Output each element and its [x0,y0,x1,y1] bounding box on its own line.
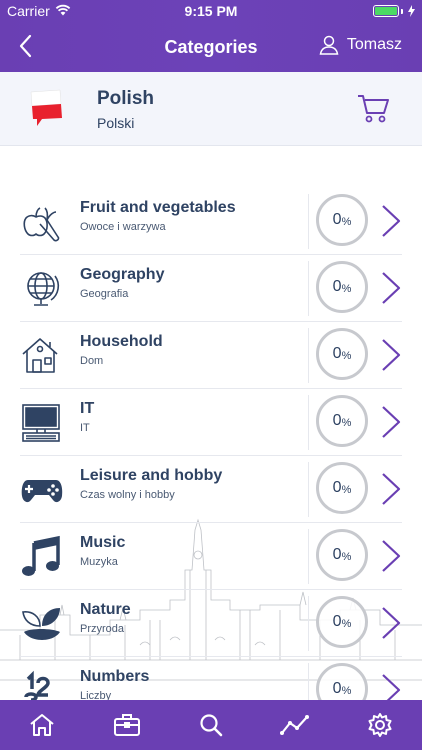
progress-value: 0 [332,412,342,429]
category-title: Geography [80,266,165,283]
progress-value: 0 [332,613,342,630]
progress-value: 0 [332,211,342,228]
user-button[interactable]: Tomasz [319,35,402,55]
progress-value: 0 [332,680,342,697]
shopping-cart-icon [358,95,389,123]
bottom-tab-bar [0,700,422,750]
progress-circle: 0% [316,194,368,246]
user-icon [319,35,339,55]
category-subtitle: Muzyka [80,556,118,568]
music-note-icon [20,535,64,579]
divider [308,328,309,383]
divider [308,395,309,450]
language-native-name: Polski [97,115,135,131]
chevron-right-icon[interactable] [380,271,402,305]
divider [308,462,309,517]
chevron-right-icon[interactable] [380,472,402,506]
chevron-right-icon[interactable] [380,204,402,238]
progress-circle: 0% [316,462,368,514]
progress-circle: 0% [316,529,368,581]
category-row-household[interactable]: Household Dom 0% [20,322,402,389]
search-icon [200,714,223,737]
category-title: Fruit and vegetables [80,199,236,216]
progress-value: 0 [332,278,342,295]
category-row-fruit-and-vegetables[interactable]: Fruit and vegetables Owoce i warzywa 0% [20,188,402,255]
progress-unit: % [341,483,352,496]
progress-circle: 0% [316,328,368,380]
category-subtitle: IT [80,422,90,434]
chevron-right-icon[interactable] [380,539,402,573]
gear-icon [368,713,392,737]
user-name: Tomasz [346,36,402,53]
category-subtitle: Dom [80,355,104,367]
progress-value: 0 [332,546,342,563]
poland-flag-icon [28,88,64,133]
category-row-it[interactable]: IT IT 0% [20,389,402,456]
category-row-geography[interactable]: Geography Geografia 0% [20,255,402,322]
category-title: Music [80,534,126,551]
language-card[interactable]: Polish Polski [0,72,422,146]
category-subtitle: Przyroda [80,623,125,635]
category-title: Household [80,333,163,350]
chevron-right-icon[interactable] [380,405,402,439]
status-time: 9:15 PM [184,3,238,19]
progress-unit: % [341,617,352,630]
briefcase-icon [113,714,140,736]
tab-briefcase[interactable] [107,705,147,745]
progress-circle: 0% [316,261,368,313]
stats-icon [280,715,310,735]
tab-home[interactable] [22,705,62,745]
leaves-icon [20,602,64,646]
language-name: Polish [97,88,155,109]
navigation-bar: Categories Tomasz [0,22,422,72]
category-row-nature[interactable]: Nature Przyroda 0% [20,590,402,657]
status-bar: Carrier 9:15 PM [0,0,422,22]
category-subtitle: Czas wolny i hobby [80,489,175,501]
home-icon [30,714,54,736]
progress-unit: % [341,349,352,362]
tab-stats[interactable] [275,705,315,745]
chevron-right-icon[interactable] [380,338,402,372]
tab-search[interactable] [191,705,231,745]
divider [308,261,309,316]
tab-settings[interactable] [360,705,400,745]
progress-unit: % [341,282,352,295]
category-title: Nature [80,601,131,618]
category-title: IT [80,400,95,417]
progress-value: 0 [332,479,342,496]
fruit-vegetables-icon [20,200,64,244]
progress-unit: % [341,416,352,429]
computer-icon [20,401,64,445]
progress-value: 0 [332,345,342,362]
category-title: Leisure and hobby [80,467,223,484]
gamepad-icon [20,468,64,512]
divider [308,194,309,249]
progress-circle: 0% [316,596,368,648]
progress-unit: % [341,215,352,228]
divider [308,529,309,584]
chevron-right-icon[interactable] [380,606,402,640]
category-row-music[interactable]: Music Muzyka 0% [20,523,402,590]
progress-unit: % [341,550,352,563]
globe-icon [20,267,64,311]
progress-unit: % [341,684,352,697]
divider [308,596,309,651]
house-icon [20,334,64,378]
cart-button[interactable] [356,92,390,129]
battery-icon [373,5,415,17]
progress-circle: 0% [316,395,368,447]
category-subtitle: Owoce i warzywa [80,221,166,233]
category-row-leisure-and-hobby[interactable]: Leisure and hobby Czas wolny i hobby 0% [20,456,402,523]
category-title: Numbers [80,668,150,685]
header: Carrier 9:15 PM Categories Tomasz [0,0,422,72]
category-subtitle: Geografia [80,288,129,300]
